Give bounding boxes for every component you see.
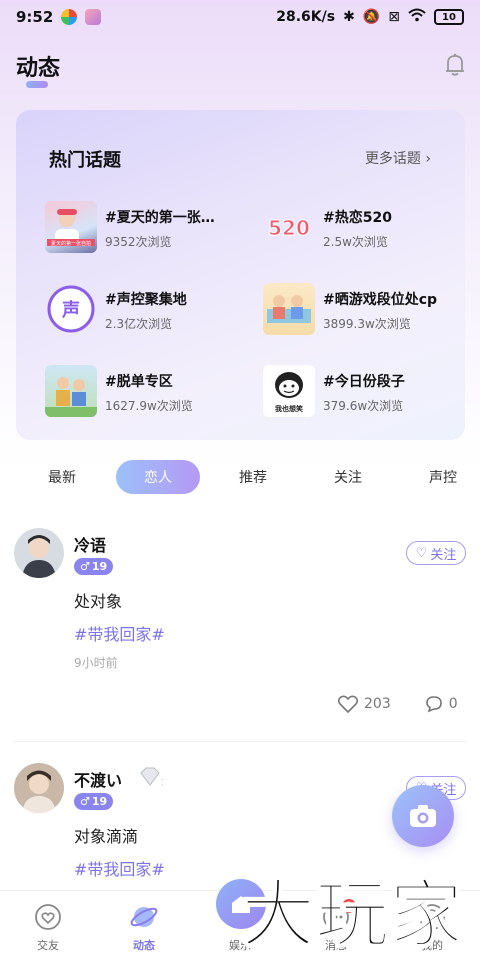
follow-button[interactable]: ♡ 关注 xyxy=(406,541,466,565)
wifi-icon xyxy=(408,8,426,26)
post-text: 对象滴滴 xyxy=(74,827,139,846)
thumb-caption: 夏天的第一张自拍 xyxy=(51,240,91,247)
topic-views: 2.5w次浏览 xyxy=(323,235,388,249)
page-title: 动态 xyxy=(16,56,61,81)
topic-item[interactable]: #晒游戏段位处cp 3899.3w次浏览 xyxy=(263,283,465,339)
post-username[interactable]: 冷语 xyxy=(74,532,106,556)
nav-item-moments[interactable]: 动态 xyxy=(96,891,192,960)
post-tag[interactable]: #带我回家# xyxy=(74,856,165,880)
topic-name: #晒游戏段位处cp xyxy=(323,292,438,308)
topic-item[interactable]: #脱单专区 1627.9w次浏览 xyxy=(45,365,255,421)
post-tag[interactable]: #带我回家# xyxy=(74,621,165,645)
title-underline xyxy=(26,81,48,88)
post-time: 9小时前 xyxy=(74,656,118,670)
comment-count: 0 xyxy=(448,696,458,712)
post-stats: 203 0 xyxy=(338,695,458,713)
comment-button[interactable]: 0 xyxy=(425,695,458,713)
age-value: 19 xyxy=(91,560,108,573)
no-sim-icon: ⊠ xyxy=(388,9,400,25)
age-value: 19 xyxy=(91,795,108,808)
follow-label: 关注 xyxy=(430,547,457,563)
male-icon: ♂ xyxy=(80,560,90,573)
topic-item[interactable]: 夏天的第一张自拍 #夏天的第一张… 9352次浏览 xyxy=(45,201,255,257)
tab-lovers[interactable]: 恋人 xyxy=(116,460,200,494)
avatar[interactable] xyxy=(14,528,64,578)
bell-icon[interactable] xyxy=(444,53,466,77)
hot-topics-card: 热门话题 更多话题 › 夏天的第一张自拍 #夏天的第一张… 9352次浏览 52… xyxy=(16,110,465,440)
thumb-caption: 声 xyxy=(61,299,80,321)
bluetooth-icon: ✱ xyxy=(343,9,355,25)
male-icon: ♂ xyxy=(80,795,90,808)
topic-views: 2.3亿次浏览 xyxy=(105,317,173,331)
topic-item[interactable]: 520 #热恋520 2.5w次浏览 xyxy=(263,201,465,257)
like-button[interactable]: 203 xyxy=(338,695,391,713)
topic-item[interactable]: 声 #声控聚集地 2.3亿次浏览 xyxy=(45,283,255,339)
topic-thumbnail: 我也想笑 xyxy=(263,365,315,417)
tab-latest[interactable]: 最新 xyxy=(32,460,92,494)
thumb-caption: 我也想笑 xyxy=(275,404,303,413)
topic-views: 9352次浏览 xyxy=(105,235,172,249)
status-bar: 9:52 28.6K/s ✱ 🔕 ⊠ 10 xyxy=(0,0,480,34)
more-topics-link[interactable]: 更多话题 › xyxy=(365,148,431,168)
network-speed: 28.6K/s xyxy=(276,9,336,25)
comment-icon xyxy=(425,696,442,713)
app-notification-icon xyxy=(85,9,102,25)
gender-age-badge: ♂ 19 xyxy=(74,558,114,575)
topic-name: #热恋520 xyxy=(323,210,392,226)
divider xyxy=(14,741,466,742)
topic-views: 379.6w次浏览 xyxy=(323,399,404,413)
nav-item-dating[interactable]: 交友 xyxy=(0,891,96,960)
nav-label: 动态 xyxy=(133,939,155,952)
topic-name: #声控聚集地 xyxy=(105,292,187,308)
diamond-icon: 1 xyxy=(137,767,166,791)
topic-name: #脱单专区 xyxy=(105,374,173,390)
mute-icon: 🔕 xyxy=(362,9,381,25)
topic-thumbnail xyxy=(263,283,315,335)
tab-following[interactable]: 关注 xyxy=(318,460,378,494)
thumb-caption: 520 xyxy=(268,216,310,240)
status-time: 9:52 xyxy=(16,8,54,26)
tab-voice[interactable]: 声控 xyxy=(413,460,473,494)
topic-thumbnail xyxy=(45,365,97,417)
topic-thumbnail: 声 xyxy=(45,283,97,335)
like-count: 203 xyxy=(364,696,391,712)
camera-icon xyxy=(410,805,436,827)
topic-thumbnail: 夏天的第一张自拍 xyxy=(45,201,97,253)
topic-views: 3899.3w次浏览 xyxy=(323,317,411,331)
chevron-right-icon: › xyxy=(425,151,431,167)
heart-icon xyxy=(34,903,62,931)
topic-item[interactable]: 我也想笑 #今日份段子 379.6w次浏览 xyxy=(263,365,465,421)
feed-post: 冷语 ♂ 19 ♡ 关注 处对象 #带我回家# 9小时前 203 0 xyxy=(0,520,480,740)
watermark-logo: 大玩家 xyxy=(230,858,475,959)
avatar[interactable] xyxy=(14,763,64,813)
post-text: 处对象 xyxy=(74,592,123,611)
tab-recommended[interactable]: 推荐 xyxy=(223,460,283,494)
topic-name: #夏天的第一张… xyxy=(105,210,215,226)
heart-outline-icon: ♡ xyxy=(415,545,428,561)
planet-icon xyxy=(130,903,158,931)
svg-text:1: 1 xyxy=(161,778,163,787)
watermark-text: 大玩家 xyxy=(241,872,463,958)
app-notification-icon xyxy=(61,9,78,25)
topic-views: 1627.9w次浏览 xyxy=(105,399,193,413)
camera-fab-button[interactable] xyxy=(392,785,454,847)
gender-age-badge: ♂ 19 xyxy=(74,793,114,810)
more-topics-label: 更多话题 xyxy=(364,151,421,167)
feed-tabs: 最新 恋人 推荐 关注 声控 xyxy=(0,460,480,500)
heart-icon xyxy=(338,695,358,713)
battery-icon: 10 xyxy=(434,9,464,25)
nav-label: 交友 xyxy=(37,939,59,952)
hot-topics-title: 热门话题 xyxy=(49,150,121,171)
post-username[interactable]: 不渡い xyxy=(74,767,122,791)
topic-thumbnail: 520 xyxy=(263,201,315,253)
topic-name: #今日份段子 xyxy=(323,374,405,390)
